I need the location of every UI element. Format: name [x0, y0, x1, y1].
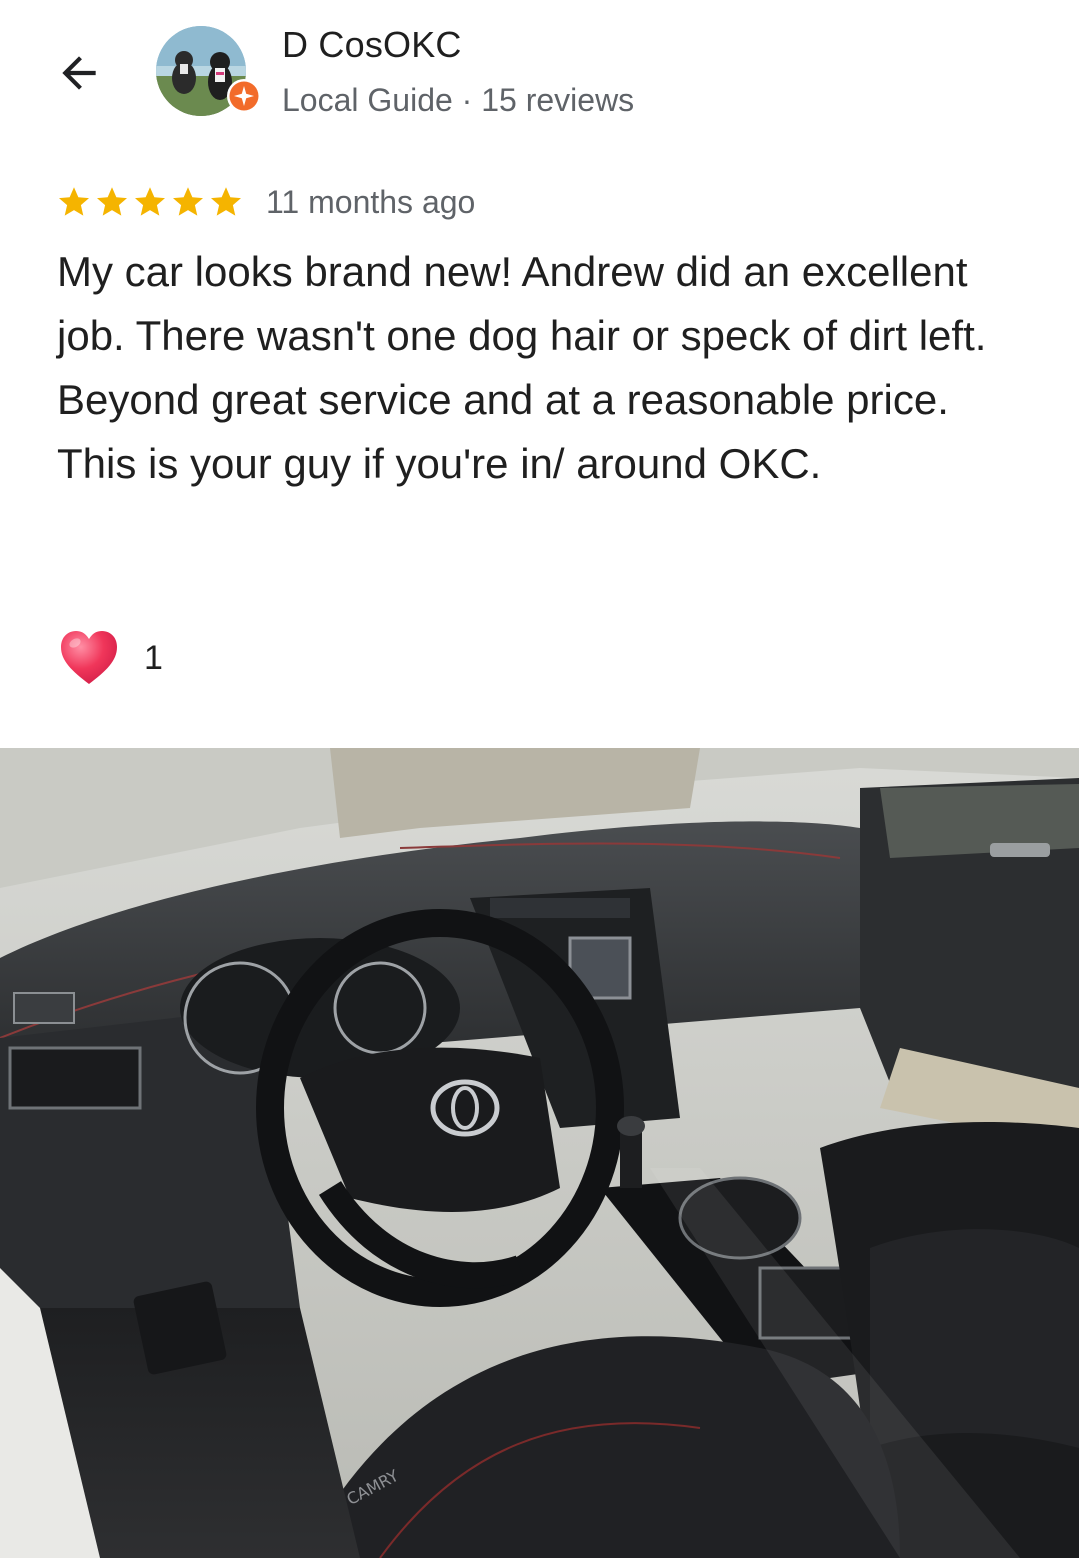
star-icon [59, 187, 89, 216]
star-icon [135, 187, 165, 216]
star-icon [211, 187, 241, 216]
back-button[interactable] [48, 42, 110, 104]
review-text: My car looks brand new! Andrew did an ex… [57, 248, 987, 487]
author-name[interactable]: D CosOKC [282, 24, 462, 66]
star-icon [173, 187, 203, 216]
review-header: D CosOKC Local Guide · 15 reviews [0, 0, 1079, 150]
review-date: 11 months ago [266, 183, 476, 220]
car-interior-photo: CAMRY [0, 748, 1079, 1558]
author-meta: Local Guide · 15 reviews [282, 82, 635, 118]
review-photo[interactable]: CAMRY [0, 748, 1079, 1558]
author-avatar[interactable] [156, 26, 261, 116]
star-rating [56, 184, 244, 220]
star-icon [97, 187, 127, 216]
arrow-back-icon [62, 56, 96, 90]
heart-reaction-button[interactable]: 1 [58, 628, 163, 688]
rating-row: 11 months ago [56, 180, 475, 224]
heart-icon [61, 631, 117, 684]
local-guide-badge-icon [227, 79, 261, 113]
reaction-count: 1 [144, 638, 163, 677]
